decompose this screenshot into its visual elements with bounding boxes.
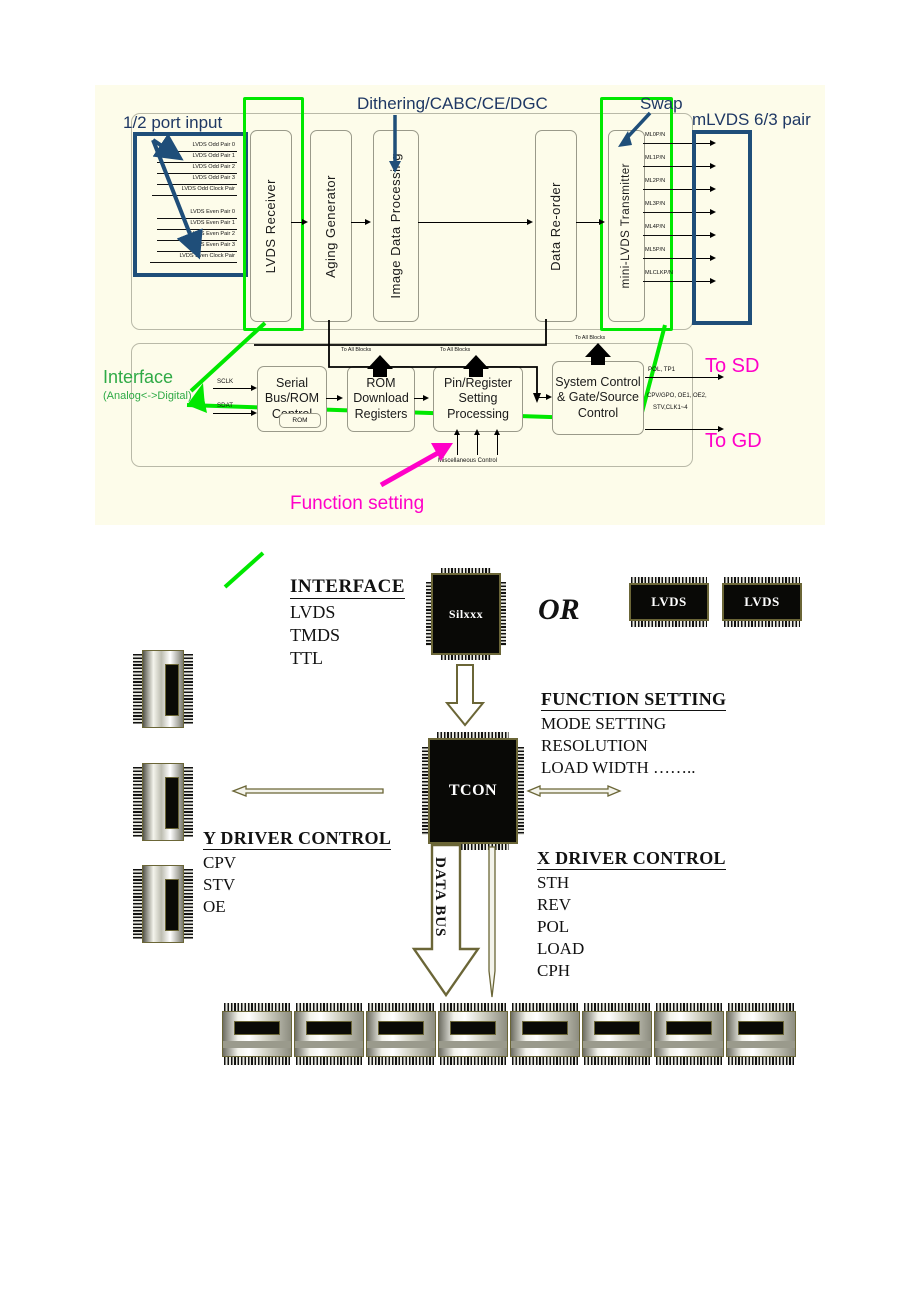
x-driver-item: STH [537, 873, 570, 892]
block-data-reorder: Data Re-order [535, 130, 577, 322]
sdat-label: SDAT [217, 402, 234, 409]
function-setting-section: FUNCTION SETTING MODE SETTING RESOLUTION… [541, 689, 727, 778]
x-driver-item: POL [537, 917, 570, 936]
source-driver-package [366, 1003, 436, 1065]
interface-highlight-receiver [243, 97, 304, 331]
interface-label-text: Interface [103, 367, 174, 387]
source-driver-package [510, 1003, 580, 1065]
source-driver-package [294, 1003, 364, 1065]
mlvds-output-highlight [692, 130, 752, 325]
function-setting-item: LOAD WIDTH …….. [541, 758, 696, 777]
x-driver-section: X DRIVER CONTROL STH REV POL LOAD CPH [537, 848, 726, 981]
source-driver-package [654, 1003, 724, 1065]
y-driver-item: CPV [203, 853, 237, 872]
interface-title: INTERFACE [290, 576, 405, 599]
tcon-system-overview: INTERFACE LVDS TMDS TTL Silxxx OR LVDS L… [0, 545, 920, 1105]
block-label: Data Re-order [547, 181, 563, 271]
block-aging-generator: Aging Generator [310, 130, 352, 322]
interface-sublabel: (Analog<->Digital) [103, 390, 192, 402]
interface-label: Interface [103, 367, 173, 388]
flow-line [576, 222, 601, 223]
function-setting-item: MODE SETTING [541, 714, 667, 733]
sd-signal-label: POL, TP1 [648, 366, 676, 373]
x-driver-item: CPH [537, 961, 571, 980]
y-driver-title: Y DRIVER CONTROL [203, 828, 392, 850]
signal-needle-line [488, 846, 496, 998]
gd-signal-label-1: CPV/GPO, OE1, OE2, [647, 393, 707, 399]
to-all-blocks-label: To All Blocks [341, 347, 372, 353]
to-all-blocks-label: To All Blocks [440, 347, 471, 353]
to-all-blocks-label: To All Blocks [575, 335, 606, 341]
source-driver-package [726, 1003, 796, 1065]
to-gd-label: To GD [705, 430, 762, 452]
interface-chip: Silxxx [426, 568, 506, 660]
data-bus-arrow [411, 843, 481, 998]
rom-tag: ROM [279, 413, 321, 428]
mlvds-pair-label: mLVDS 6/3 pair [692, 110, 811, 129]
sclk-line [213, 388, 253, 389]
gate-driver-package [133, 650, 193, 728]
rom-tag-label: ROM [292, 417, 308, 424]
y-driver-link-arrow [231, 785, 384, 797]
function-setting-title: FUNCTION SETTING [541, 689, 727, 711]
flow-line [351, 222, 366, 223]
flow-arrow [302, 218, 308, 225]
lvds-chip-label: LVDS [651, 594, 687, 609]
dithering-arrow [389, 115, 401, 173]
function-setting-item: RESOLUTION [541, 736, 648, 755]
sdat-line [213, 413, 253, 414]
source-driver-package [438, 1003, 508, 1065]
interface-section: INTERFACE LVDS TMDS TTL [290, 576, 405, 669]
source-driver-package [222, 1003, 292, 1065]
flow-line [418, 222, 528, 223]
flow-arrow [365, 218, 371, 225]
interface-chip-label: Silxxx [448, 606, 484, 621]
interface-item: LVDS [290, 602, 336, 622]
to-sd-label: To SD [705, 355, 760, 377]
y-driver-item: STV [203, 875, 236, 894]
gate-driver-package [133, 865, 193, 943]
reorder-feedback-path [254, 319, 547, 346]
interface-item: TMDS [290, 625, 341, 645]
dithering-label: Dithering/CABC/CE/DGC [357, 94, 548, 113]
function-setting-link-arrow [526, 785, 622, 797]
system-block-diagram: LVDS Odd Pair 0 LVDS Odd Pair 1 LVDS Odd… [95, 85, 825, 589]
interface-to-tcon-arrow [444, 664, 486, 727]
block-label: Image Data Processing [387, 153, 403, 299]
port-input-arrows [151, 133, 203, 260]
x-driver-item: LOAD [537, 939, 585, 958]
sclk-label: SCLK [217, 378, 234, 385]
y-driver-item: OE [203, 897, 226, 916]
function-setting-arrow [379, 443, 453, 488]
or-label: OR [538, 593, 580, 626]
flow-arrow [546, 393, 552, 400]
tcon-chip: TCON [422, 732, 524, 850]
flow-arrow [527, 218, 533, 225]
gd-signal-label-2: STV,CLK1~4 [653, 405, 688, 411]
lvds-chip-2: LVDS [722, 577, 802, 627]
flow-arrow [599, 218, 605, 225]
tcon-chip-label: TCON [448, 782, 498, 799]
gate-driver-package [133, 763, 193, 841]
block-label: Aging Generator [322, 174, 338, 278]
interface-item: TTL [290, 648, 323, 668]
function-setting-label: Function setting [290, 493, 425, 514]
lvds-chip-label: LVDS [744, 594, 780, 609]
x-driver-title: X DRIVER CONTROL [537, 848, 726, 870]
data-bus-label: DATA BUS [432, 857, 448, 938]
x-driver-item: REV [537, 895, 571, 914]
y-driver-section: Y DRIVER CONTROL CPV STV OE [203, 828, 392, 917]
source-driver-package [582, 1003, 652, 1065]
lvds-chip-1: LVDS [629, 577, 709, 627]
